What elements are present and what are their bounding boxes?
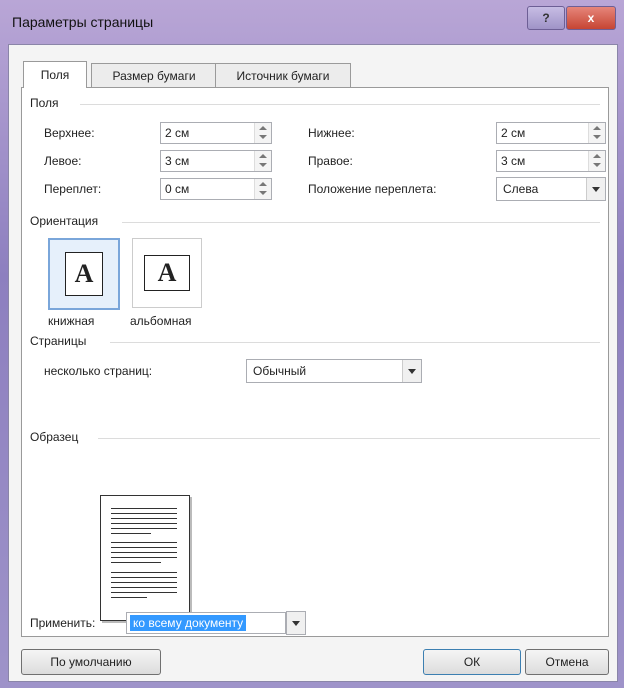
dialog-body: Поля Размер бумаги Источник бумаги Поля …	[8, 44, 618, 682]
bottom-margin-spinner[interactable]: 2 см	[496, 122, 606, 144]
divider	[122, 222, 600, 223]
tab-label: Размер бумаги	[112, 69, 196, 83]
help-button[interactable]: ?	[527, 6, 565, 30]
top-margin-spinner[interactable]: 2 см	[160, 122, 272, 144]
apply-to-dropdown-button[interactable]	[286, 611, 306, 635]
top-margin-label: Верхнее:	[44, 126, 95, 140]
divider	[110, 342, 600, 343]
right-margin-spinner[interactable]: 3 см	[496, 150, 606, 172]
page-preview	[100, 495, 190, 621]
apply-to-select[interactable]: ко всему документу	[126, 612, 286, 634]
bottom-margin-label: Нижнее:	[308, 126, 355, 140]
gutter-value: 0 см	[165, 182, 190, 196]
chevron-down-icon[interactable]	[586, 178, 605, 200]
button-label: Отмена	[545, 655, 589, 669]
gutter-label: Переплет:	[44, 182, 102, 196]
tab-label: Источник бумаги	[236, 69, 330, 83]
left-margin-value: 3 см	[165, 154, 190, 168]
button-label: ОК	[463, 655, 481, 669]
apply-to-value: ко всему документу	[130, 615, 247, 631]
left-margin-spinner[interactable]: 3 см	[160, 150, 272, 172]
divider	[80, 104, 600, 105]
button-label: По умолчанию	[50, 655, 132, 669]
tab-paper-size[interactable]: Размер бумаги	[91, 63, 217, 88]
chevron-down-icon[interactable]	[287, 612, 305, 634]
close-icon: x	[587, 11, 595, 25]
gutter-position-label: Положение переплета:	[308, 182, 437, 196]
multiple-pages-label: несколько страниц:	[44, 364, 153, 378]
right-margin-value: 3 см	[501, 154, 526, 168]
spinner-arrows-icon[interactable]	[254, 123, 271, 143]
ok-button[interactable]: ОК	[423, 649, 521, 675]
portrait-icon: A	[65, 252, 103, 296]
multiple-pages-select[interactable]: Обычный	[246, 359, 422, 383]
help-icon: ?	[542, 11, 550, 25]
apply-to-label: Применить:	[30, 616, 96, 630]
spinner-arrows-icon[interactable]	[254, 179, 271, 199]
right-margin-label: Правое:	[308, 154, 353, 168]
bottom-margin-value: 2 см	[501, 126, 526, 140]
tab-margins[interactable]: Поля	[23, 61, 87, 88]
spinner-arrows-icon[interactable]	[254, 151, 271, 171]
close-button[interactable]: x	[566, 6, 616, 30]
cancel-button[interactable]: Отмена	[525, 649, 609, 675]
spinner-arrows-icon[interactable]	[588, 151, 605, 171]
title-bar[interactable]: Параметры страницы ? x	[0, 0, 624, 44]
portrait-label: книжная	[48, 314, 95, 328]
chevron-down-icon[interactable]	[402, 360, 421, 382]
set-default-button[interactable]: По умолчанию	[21, 649, 161, 675]
orientation-group-label: Ориентация	[30, 214, 99, 228]
window-title: Параметры страницы	[12, 14, 154, 30]
pages-group-label: Страницы	[30, 334, 87, 348]
gutter-position-value: Слева	[503, 182, 539, 196]
divider	[98, 438, 600, 439]
tab-paper-source[interactable]: Источник бумаги	[215, 63, 351, 88]
landscape-label: альбомная	[130, 314, 192, 328]
spinner-arrows-icon[interactable]	[588, 123, 605, 143]
multiple-pages-value: Обычный	[253, 364, 307, 378]
landscape-icon: A	[144, 255, 190, 291]
tab-panel: Поля Верхнее: 2 см Нижнее: 2 см Левое: 3…	[21, 87, 609, 637]
gutter-position-select[interactable]: Слева	[496, 177, 606, 201]
landscape-button[interactable]: A	[132, 238, 202, 308]
tab-label: Поля	[40, 68, 70, 82]
portrait-button[interactable]: A	[48, 238, 120, 310]
gutter-spinner[interactable]: 0 см	[160, 178, 272, 200]
dialog-window: Параметры страницы ? x Поля Размер бумаг…	[0, 0, 624, 688]
top-margin-value: 2 см	[165, 126, 190, 140]
left-margin-label: Левое:	[44, 154, 82, 168]
margins-group-label: Поля	[30, 96, 59, 110]
sample-group-label: Образец	[30, 430, 79, 444]
